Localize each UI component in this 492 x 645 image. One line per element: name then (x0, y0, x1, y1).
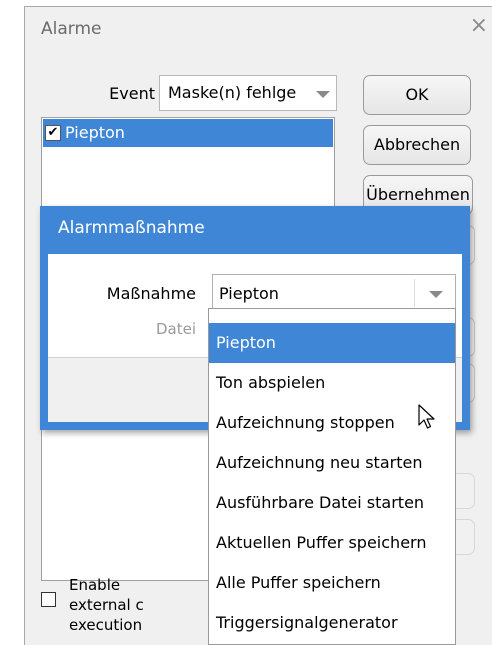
dropdown-option[interactable]: Aufzeichnung neu starten (209, 443, 455, 483)
event-select[interactable]: Maske(n) fehlge (159, 75, 337, 111)
dropdown-option[interactable]: Ton abspielen (209, 363, 455, 403)
datei-label: Datei (155, 320, 196, 338)
dropdown-option[interactable]: Aktuellen Puffer speichern (209, 523, 455, 563)
close-icon[interactable]: × (470, 13, 488, 38)
dropdown-option[interactable]: Piepton (209, 323, 455, 363)
massnahme-dropdown[interactable]: Piepton Ton abspielen Aufzeichnung stopp… (208, 308, 456, 645)
dropdown-option[interactable]: Alle Puffer speichern (209, 563, 455, 603)
chevron-down-icon (429, 291, 443, 298)
enable-external-checkbox[interactable] (41, 592, 56, 607)
enable-external-label: Enable external c execution (69, 576, 144, 634)
dialog-title: Alarme (41, 19, 102, 39)
event-label: Event (109, 84, 155, 103)
dropdown-option[interactable]: Triggersignalgenerator (209, 603, 455, 643)
massnahme-label: Maßnahme (106, 284, 196, 303)
massnahme-select-value: Piepton (219, 284, 279, 303)
dropdown-option[interactable]: Ausführbare Datei starten (209, 483, 455, 523)
chevron-down-icon (316, 91, 330, 98)
event-select-value: Maske(n) fehlge (168, 83, 297, 102)
checkbox-icon[interactable]: ✔ (45, 125, 61, 141)
massnahme-select[interactable]: Piepton (212, 274, 456, 312)
dialog-title: Alarmmaßnahme (58, 218, 205, 238)
list-item[interactable]: ✔ Piepton (43, 119, 333, 147)
cancel-button[interactable]: Abbrechen (363, 125, 471, 165)
list-item-label: Piepton (65, 123, 125, 142)
ok-button[interactable]: OK (363, 75, 471, 115)
title-bar: Alarme × (25, 7, 492, 53)
mouse-pointer-icon (418, 404, 436, 434)
select-divider (414, 279, 415, 307)
